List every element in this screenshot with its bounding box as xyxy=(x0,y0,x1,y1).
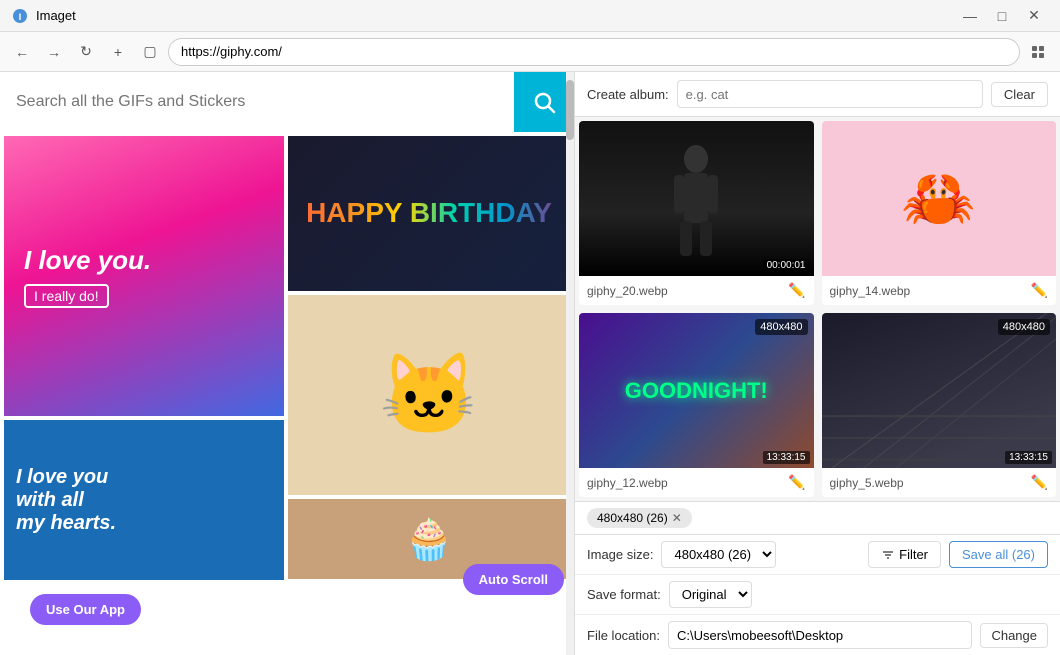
image-name-4: giphy_5.webp xyxy=(830,476,904,490)
cat-placeholder: 🐱 xyxy=(379,348,479,442)
image-thumb-2: 🦀 xyxy=(822,121,1057,276)
clear-button[interactable]: Clear xyxy=(991,82,1048,107)
right-panel: Create album: Clear 00:00: xyxy=(575,72,1060,655)
image-info-3: giphy_12.webp ✏️ xyxy=(579,468,814,497)
minimize-button[interactable]: — xyxy=(956,2,984,30)
overlay-buttons: Auto Scroll xyxy=(463,564,564,595)
app-icon: I xyxy=(12,8,28,24)
edit-icon-4[interactable]: ✏️ xyxy=(1031,474,1048,491)
timestamp-4: 13:33:15 xyxy=(1005,451,1052,464)
save-format-label: Save format: xyxy=(587,587,661,602)
size-badge-4: 480x480 xyxy=(998,319,1050,335)
filter-icon xyxy=(881,548,895,562)
image-size-label: Image size: xyxy=(587,547,653,562)
person-silhouette xyxy=(666,139,726,259)
image-card-2: 🦀 giphy_14.webp ✏️ Save xyxy=(822,121,1057,305)
filter-button-label: Filter xyxy=(899,547,928,562)
home-button[interactable]: ▢ xyxy=(136,38,164,66)
image-size-select[interactable]: 480x480 (26) xyxy=(661,541,776,568)
image-thumb-1: 00:00:01 xyxy=(579,121,814,276)
filter-tag[interactable]: 480x480 (26) ✕ xyxy=(587,508,692,528)
change-button[interactable]: Change xyxy=(980,623,1048,648)
image-card-4: 480x480 13:33:15 giphy_5.webp ✏️ xyxy=(822,313,1057,497)
title-bar-left: I Imaget xyxy=(12,8,76,24)
gif-cat[interactable]: 🐱 xyxy=(288,295,570,495)
edit-icon-1[interactable]: ✏️ xyxy=(788,282,805,299)
album-label: Create album: xyxy=(587,87,669,102)
location-bar: File location: Change xyxy=(575,615,1060,655)
image-name-2: giphy_14.webp xyxy=(830,284,911,298)
image-info-4: giphy_5.webp ✏️ xyxy=(822,468,1057,497)
auto-scroll-button[interactable]: Auto Scroll xyxy=(463,564,564,595)
scroll-indicator[interactable] xyxy=(566,72,574,655)
gif-loveheart[interactable]: I love you with all my hearts. xyxy=(4,420,284,580)
search-input[interactable] xyxy=(0,72,514,132)
album-input[interactable] xyxy=(677,80,983,108)
svg-text:I: I xyxy=(19,12,22,22)
loveheart-text: I love you with all my hearts. xyxy=(16,466,116,535)
url-bar[interactable] xyxy=(168,38,1020,66)
timestamp-3: 13:33:15 xyxy=(763,451,810,464)
image-info-2: giphy_14.webp ✏️ xyxy=(822,276,1057,305)
image-thumb-3: 480x480 GOODNIGHT! 13:33:15 xyxy=(579,313,814,468)
image-name-1: giphy_20.webp xyxy=(587,284,668,298)
crab-emoji: 🦀 xyxy=(901,163,976,234)
format-select[interactable]: Original xyxy=(669,581,752,608)
album-header: Create album: Clear xyxy=(575,72,1060,117)
left-panel: I love you. I really do! I love you with… xyxy=(0,72,575,655)
file-location-input[interactable] xyxy=(668,621,972,649)
edit-icon-3[interactable]: ✏️ xyxy=(788,474,805,491)
filter-tag-close[interactable]: ✕ xyxy=(672,511,682,525)
puzzle-icon xyxy=(1029,43,1047,61)
main-layout: I love you. I really do! I love you with… xyxy=(0,72,1060,655)
controls-bar: Image size: 480x480 (26) Filter Save all… xyxy=(575,535,1060,575)
image-info-1: giphy_20.webp ✏️ xyxy=(579,276,814,305)
browser-chrome: ← → ↻ + ▢ xyxy=(0,32,1060,72)
image-thumb-4: 480x480 13:33:15 xyxy=(822,313,1057,468)
image-card: 00:00:01 giphy_20.webp ✏️ Save xyxy=(579,121,814,305)
iloveyou-text1: I love you. xyxy=(24,245,151,276)
title-bar-controls: — □ ✕ xyxy=(956,2,1048,30)
gif-col-left: I love you. I really do! I love you with… xyxy=(4,136,284,651)
save-all-button[interactable]: Save all (26) xyxy=(949,541,1048,568)
use-app-button[interactable]: Use Our App xyxy=(30,594,141,625)
filter-button[interactable]: Filter xyxy=(868,541,941,568)
birthday-text: HAPPY BIRTHDAY xyxy=(306,198,552,229)
format-bar: Save format: Original xyxy=(575,575,1060,615)
timestamp-1: 00:00:01 xyxy=(763,259,810,272)
gif-iloveyou[interactable]: I love you. I really do! xyxy=(4,136,284,416)
app-title: Imaget xyxy=(36,8,76,23)
search-icon xyxy=(532,90,556,114)
image-grid: 00:00:01 giphy_20.webp ✏️ Save 🦀 giphy_1… xyxy=(575,117,1060,501)
new-tab-button[interactable]: + xyxy=(104,38,132,66)
image-name-3: giphy_12.webp xyxy=(587,476,668,490)
gif-bottom-shape: 🧁 xyxy=(404,516,454,563)
filter-bar: 480x480 (26) ✕ xyxy=(575,501,1060,535)
goodnight-text: GOODNIGHT! xyxy=(625,378,768,404)
edit-icon-2[interactable]: ✏️ xyxy=(1031,282,1048,299)
back-button[interactable]: ← xyxy=(8,38,36,66)
scroll-thumb xyxy=(566,80,574,140)
refresh-button[interactable]: ↻ xyxy=(72,38,100,66)
maximize-button[interactable]: □ xyxy=(988,2,1016,30)
title-bar: I Imaget — □ ✕ xyxy=(0,0,1060,32)
search-bar xyxy=(0,72,574,132)
size-badge-3: 480x480 xyxy=(755,319,807,335)
extensions-button[interactable] xyxy=(1024,38,1052,66)
staircase-svg xyxy=(822,313,1057,468)
file-location-label: File location: xyxy=(587,628,660,643)
search-button[interactable] xyxy=(514,72,574,132)
close-button[interactable]: ✕ xyxy=(1020,2,1048,30)
image-card-3: 480x480 GOODNIGHT! 13:33:15 giphy_12.web… xyxy=(579,313,814,497)
iloveyou-text2: I really do! xyxy=(24,284,109,308)
filter-tag-label: 480x480 (26) xyxy=(597,511,668,525)
gif-birthday[interactable]: HAPPY BIRTHDAY xyxy=(288,136,570,291)
forward-button[interactable]: → xyxy=(40,38,68,66)
